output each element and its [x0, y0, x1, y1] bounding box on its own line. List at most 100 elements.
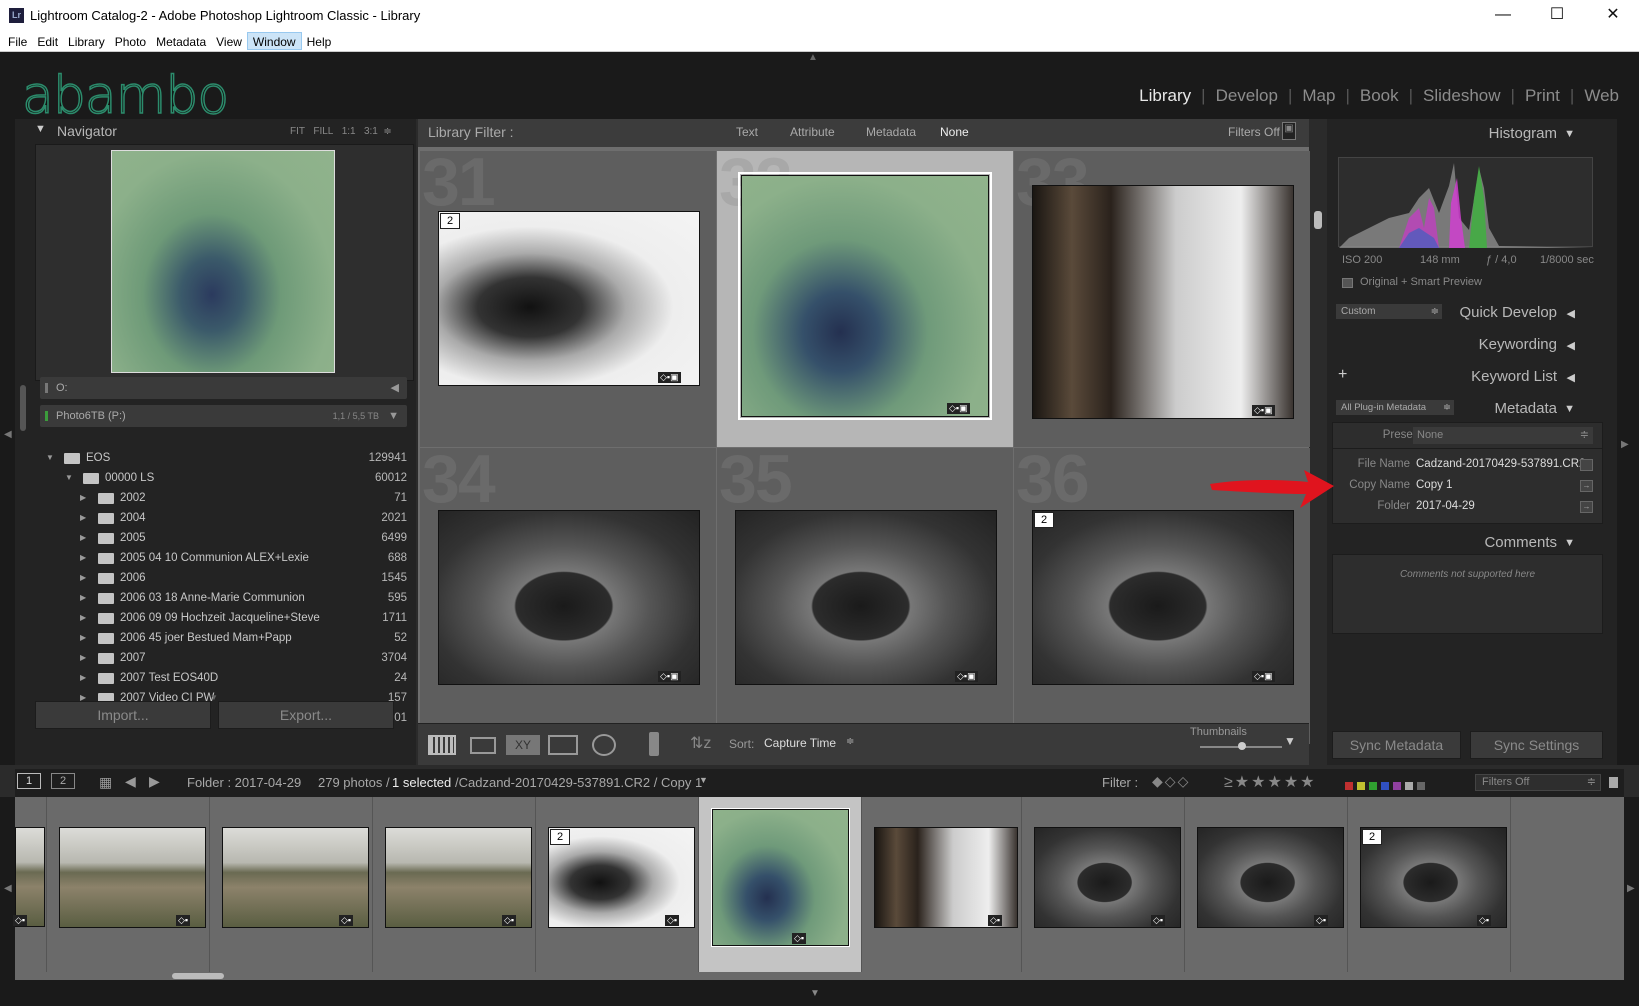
loupe-view-icon[interactable] [470, 737, 496, 754]
photo-thumbnail[interactable] [438, 510, 700, 685]
goto-folder-icon[interactable]: → [1580, 501, 1593, 513]
quick-develop-title[interactable]: Quick Develop [1459, 304, 1557, 321]
quick-develop-expand-icon[interactable]: ◀ [1567, 307, 1575, 320]
module-book[interactable]: Book [1360, 86, 1399, 105]
grid-icon[interactable]: ▦ [99, 774, 112, 791]
photo-thumbnail[interactable] [1032, 185, 1294, 419]
filter-lock-icon[interactable] [1609, 777, 1618, 788]
module-print[interactable]: Print [1525, 86, 1560, 105]
grid-cell[interactable]: 35 ◇▪▣ [717, 441, 1013, 744]
menu-metadata[interactable]: Metadata [151, 33, 211, 51]
folder-row[interactable]: ▼ EOS 129941 [40, 448, 407, 468]
filmstrip-filter-select[interactable]: Filters Off ≑ [1475, 774, 1601, 791]
keywording-title[interactable]: Keywording [1479, 336, 1557, 353]
filmstrip-scroll-left-icon[interactable]: ◀ [4, 883, 12, 894]
primary-display-button[interactable]: 1 [17, 773, 41, 789]
filmstrip-cell[interactable]: ◇▪ [47, 797, 210, 972]
menu-library[interactable]: Library [63, 33, 110, 51]
filmstrip-cell[interactable]: ◇▪ [699, 797, 862, 972]
filmstrip-thumbnail[interactable] [385, 827, 532, 928]
folder-row[interactable]: ▶ 2007 Test EOS40D 24 [40, 668, 407, 688]
filmstrip-thumbnail[interactable] [1360, 827, 1507, 928]
filter-metadata[interactable]: Metadata [866, 125, 916, 139]
menu-edit[interactable]: Edit [32, 33, 63, 51]
folder-row[interactable]: ▶ 2006 03 18 Anne-Marie Communion 595 [40, 588, 407, 608]
filter-none[interactable]: None [940, 125, 969, 139]
folder-expand-icon[interactable]: ▶ [80, 528, 86, 548]
sort-direction-icon[interactable]: ⇅z [690, 733, 711, 753]
compare-view-icon[interactable]: XY [506, 735, 540, 755]
photo-thumbnail[interactable] [735, 510, 997, 685]
collapse-top-icon[interactable]: ▲ [808, 52, 818, 63]
thumbnail-slider-thumb[interactable] [1238, 742, 1246, 750]
folder-expand-icon[interactable]: ▶ [80, 508, 86, 528]
filmstrip-scrollbar-thumb[interactable] [172, 973, 224, 979]
thumbnail-badge-icons[interactable]: ◇▪▣ [658, 372, 681, 383]
thumbnail-badge-icons[interactable]: ◇▪ [1477, 915, 1492, 926]
folder-expand-icon[interactable]: ▶ [80, 548, 86, 568]
stack-count-badge[interactable]: 2 [440, 213, 460, 229]
filmstrip-cell[interactable]: 2 ◇▪ [1348, 797, 1511, 972]
zoom-1-1[interactable]: 1:1 [342, 126, 356, 137]
thumbnail-badge-icons[interactable]: ◇▪ [502, 915, 517, 926]
back-arrow-icon[interactable]: ◀ [125, 773, 136, 790]
painter-icon[interactable] [649, 732, 659, 756]
sort-select[interactable]: Capture Time [764, 736, 836, 750]
folder-expand-icon[interactable]: ▶ [80, 588, 86, 608]
grid-view-icon[interactable] [428, 735, 456, 755]
metadata-title[interactable]: Metadata [1494, 400, 1557, 417]
filmstrip-cell[interactable]: ◇▪ [13, 797, 47, 972]
metadata-set-select[interactable]: All Plug-in Metadata ≑ [1336, 400, 1454, 415]
histogram-title[interactable]: Histogram [1489, 125, 1557, 142]
folder-row[interactable]: ▶ 2006 1545 [40, 568, 407, 588]
thumbnail-badge-icons[interactable]: ◇▪ [792, 933, 807, 944]
menu-help[interactable]: Help [302, 33, 337, 51]
thumbnail-badge-icons[interactable]: ◇▪▣ [947, 403, 970, 414]
grid-cell[interactable]: 31 2 ◇▪▣ [420, 144, 716, 447]
filmstrip-scroll-right-icon[interactable]: ▶ [1627, 883, 1635, 894]
menu-file[interactable]: File [3, 33, 32, 51]
folder-row[interactable]: ▶ 2006 09 09 Hochzeit Jacqueline+Steve 171… [40, 608, 407, 628]
navigator-image[interactable] [111, 150, 335, 373]
thumbnail-badge-icons[interactable]: ◇▪▣ [955, 671, 978, 682]
filter-attribute[interactable]: Attribute [790, 125, 835, 139]
menu-window[interactable]: Window [246, 32, 302, 50]
secondary-display-button[interactable]: 2 [51, 773, 75, 789]
sync-metadata-button[interactable]: Sync Metadata [1332, 731, 1461, 759]
filmstrip-cell[interactable]: ◇▪ [373, 797, 536, 972]
folder-collapse-icon[interactable]: ▼ [46, 448, 54, 468]
filmstrip-folder[interactable]: Folder : 2017-04-29 [187, 775, 301, 790]
thumbnail-badge-icons[interactable]: ◇▪▣ [1252, 405, 1275, 416]
menu-view[interactable]: View [211, 33, 247, 51]
folder-expand-icon[interactable]: ▶ [80, 568, 86, 588]
thumbnail-badge-icons[interactable]: ◇▪ [988, 915, 1003, 926]
people-view-icon[interactable] [592, 734, 616, 756]
add-keyword-icon[interactable]: + [1338, 366, 1347, 384]
collapse-right-icon[interactable]: ▶ [1621, 439, 1629, 450]
histogram-collapse-icon[interactable]: ▼ [1564, 128, 1575, 140]
folder-row[interactable]: ▶ 2007 3704 [40, 648, 407, 668]
collapse-left-icon[interactable]: ◀ [4, 429, 12, 440]
stack-count-badge[interactable]: 2 [1362, 829, 1382, 845]
navigator-collapse-icon[interactable]: ▼ [35, 123, 46, 135]
quick-develop-preset-select[interactable]: Custom ≑ [1336, 304, 1442, 319]
grid-cell[interactable]: 33 ◇▪▣ [1014, 144, 1310, 447]
stack-count-badge[interactable]: 2 [1034, 512, 1054, 528]
filmstrip-thumbnail[interactable] [1197, 827, 1344, 928]
folder-field[interactable]: 2017-04-29 [1416, 500, 1475, 512]
file-name-field[interactable]: Cadzand-20170429-537891.CR2 [1416, 458, 1585, 470]
maximize-button[interactable]: ☐ [1534, 0, 1580, 32]
sort-stepper-icon[interactable]: ≑ [846, 736, 854, 747]
photo-thumbnail[interactable] [738, 172, 992, 420]
folder-expand-icon[interactable]: ▶ [80, 648, 86, 668]
selected-path[interactable]: /Cadzand-20170429-537891.CR2 / Copy 1 [455, 775, 702, 790]
path-dropdown-icon[interactable]: ▼ [699, 775, 708, 785]
volume-photo6tb[interactable]: Photo6TB (P:) 1,1 / 5,5 TB ▼ [40, 405, 407, 427]
menu-photo[interactable]: Photo [110, 33, 151, 51]
import-button[interactable]: Import... [35, 701, 211, 729]
folder-expand-icon[interactable]: ▶ [80, 488, 86, 508]
scroll-down-icon[interactable]: ▼ [210, 693, 218, 702]
thumbnail-badge-icons[interactable]: ◇▪ [13, 915, 28, 926]
export-button[interactable]: Export... [218, 701, 394, 729]
volume-collapse-icon[interactable]: ◀ [391, 377, 399, 399]
